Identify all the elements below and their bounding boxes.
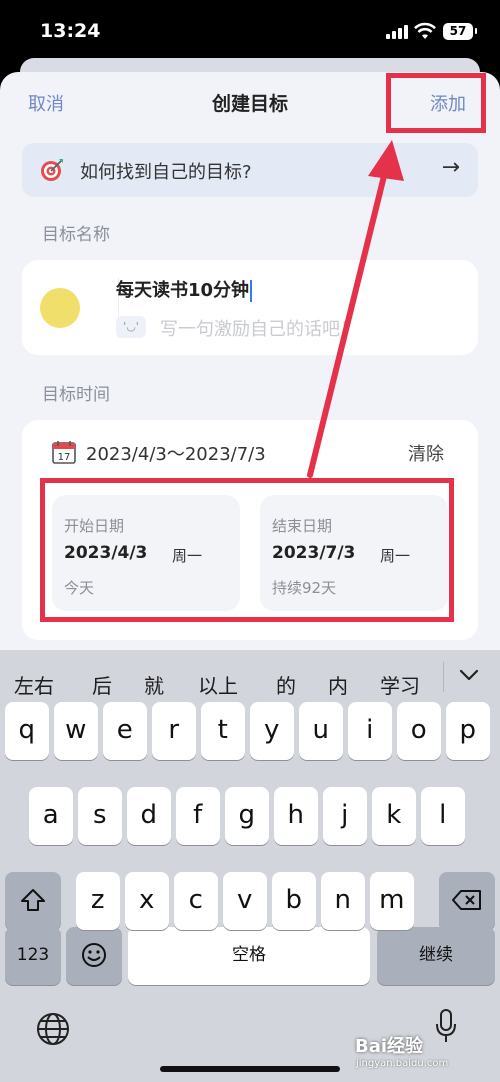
cellular-signal-icon	[386, 25, 408, 39]
key-w[interactable]: w	[54, 702, 98, 760]
wifi-icon	[414, 22, 436, 39]
key-z[interactable]: z	[76, 872, 120, 930]
shift-key[interactable]	[5, 872, 61, 930]
key-c[interactable]: c	[174, 872, 218, 930]
goal-name-input[interactable]: 每天读书10分钟	[116, 276, 253, 302]
chevron-down-icon[interactable]	[458, 664, 480, 686]
backspace-icon	[452, 890, 481, 910]
keyboard: 左右 后 就 以上 的 内 学习 123 空格 继续 q w e r t y u…	[0, 650, 500, 1082]
globe-icon[interactable]	[36, 1012, 70, 1046]
key-u[interactable]: u	[299, 702, 343, 760]
key-x[interactable]: x	[125, 872, 169, 930]
candidate-bar: 左右 后 就 以上 的 内 学习	[0, 650, 500, 702]
emoji-key[interactable]	[66, 927, 122, 985]
goal-tip-banner[interactable]: 如何找到自己的目标? →	[22, 143, 478, 197]
calendar-icon: 17	[52, 441, 76, 464]
annotation-box-add	[386, 73, 486, 133]
key-e[interactable]: e	[103, 702, 147, 760]
home-indicator	[160, 1066, 340, 1072]
annotation-box-dates	[40, 478, 454, 622]
date-range: 2023/4/3～2023/7/3	[86, 444, 266, 465]
microphone-icon[interactable]	[434, 1008, 458, 1044]
status-bar: 13:24 57	[0, 0, 500, 62]
numbers-key[interactable]: 123	[5, 927, 61, 985]
goal-name-value: 每天读书10分钟	[116, 280, 250, 301]
key-j[interactable]: j	[323, 787, 367, 845]
candidate-word[interactable]: 就	[144, 670, 164, 699]
key-o[interactable]: o	[397, 702, 441, 760]
key-i[interactable]: i	[348, 702, 392, 760]
goal-color-dot[interactable]	[40, 288, 80, 328]
key-m[interactable]: m	[370, 872, 414, 930]
goal-name-label: 目标名称	[42, 225, 110, 245]
key-t[interactable]: t	[201, 702, 245, 760]
key-q[interactable]: q	[5, 702, 49, 760]
key-d[interactable]: d	[127, 787, 171, 845]
key-h[interactable]: h	[274, 787, 318, 845]
candidate-divider	[443, 662, 444, 692]
key-p[interactable]: p	[446, 702, 490, 760]
key-s[interactable]: s	[78, 787, 122, 845]
candidate-word[interactable]: 内	[328, 670, 348, 699]
screen: 13:24 57 取消 创建目标 添加 如何找到自己的目标? → 目标名称 '◡…	[0, 0, 500, 1082]
smiley-icon: '◡'	[116, 316, 146, 338]
watermark-brand: Bai经验	[355, 1036, 424, 1057]
emoji-icon	[82, 943, 106, 967]
shift-icon	[21, 889, 45, 911]
clear-button[interactable]: 清除	[408, 440, 444, 466]
backspace-key[interactable]	[439, 872, 495, 930]
goal-time-label: 目标时间	[42, 385, 110, 405]
key-g[interactable]: g	[225, 787, 269, 845]
key-b[interactable]: b	[272, 872, 316, 930]
target-icon	[41, 159, 63, 181]
key-v[interactable]: v	[223, 872, 267, 930]
arrow-right-icon: →	[441, 155, 460, 180]
status-time: 13:24	[40, 20, 101, 42]
continue-key[interactable]: 继续	[377, 927, 495, 985]
candidate-word[interactable]: 后	[92, 670, 112, 699]
candidate-word[interactable]: 以上	[198, 670, 238, 699]
key-n[interactable]: n	[321, 872, 365, 930]
calendar-day: 17	[58, 452, 71, 463]
text-caret	[250, 280, 253, 302]
tip-text: 如何找到自己的目标?	[80, 162, 252, 183]
key-k[interactable]: k	[372, 787, 416, 845]
motto-input[interactable]: 写一句激励自己的话吧！	[160, 315, 358, 341]
candidate-word[interactable]: 的	[276, 670, 296, 699]
key-r[interactable]: r	[152, 702, 196, 760]
key-l[interactable]: l	[421, 787, 465, 845]
watermark-url: jingyan.baidu.com	[356, 1058, 449, 1069]
battery-icon: 57	[443, 23, 477, 40]
key-f[interactable]: f	[176, 787, 220, 845]
candidate-word[interactable]: 学习	[380, 670, 420, 699]
key-a[interactable]: a	[29, 787, 73, 845]
candidate-word[interactable]: 左右	[14, 670, 54, 699]
space-key[interactable]: 空格	[128, 927, 370, 985]
key-y[interactable]: y	[250, 702, 294, 760]
